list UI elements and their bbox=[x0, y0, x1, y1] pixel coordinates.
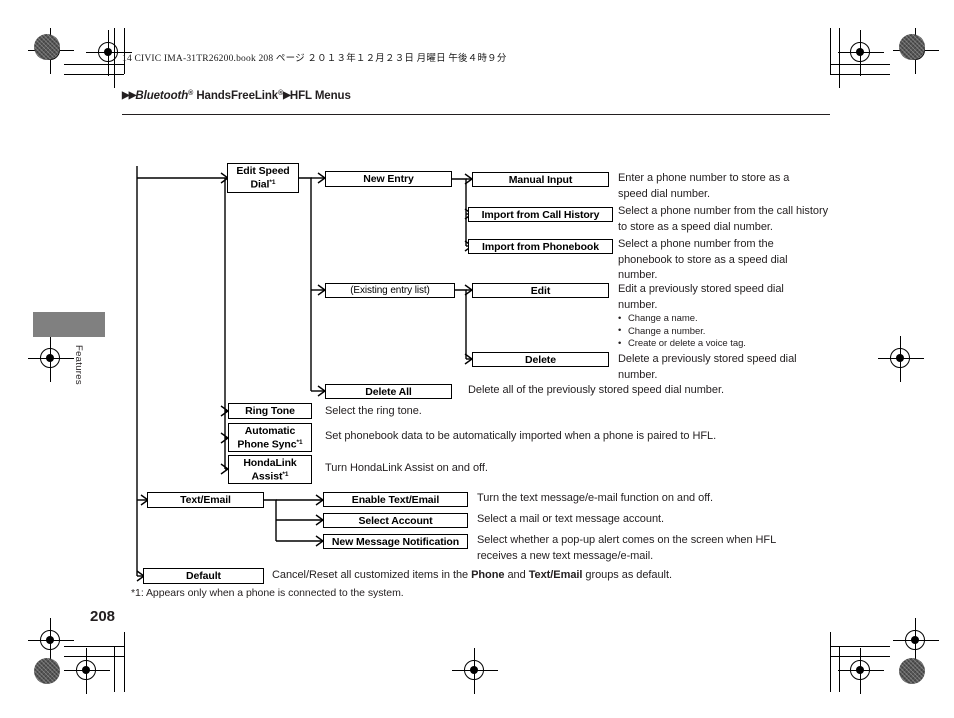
node-edit-label: Edit bbox=[530, 284, 551, 297]
node-enable-text-email[interactable]: Enable Text/Email bbox=[323, 492, 468, 507]
node-edit[interactable]: Edit bbox=[472, 283, 609, 298]
footnote-marker-hondalink-assist: *1 bbox=[282, 470, 289, 478]
description-default-suffix: groups as default. bbox=[582, 569, 672, 581]
footnote-marker-automatic-phone-sync: *1 bbox=[296, 438, 303, 446]
manual-page: 14 CIVIC IMA-31TR26200.book 208 ページ ２０１３… bbox=[0, 0, 954, 718]
description-default-bold-text-email: Text/Email bbox=[528, 569, 583, 581]
node-ring-tone-label: Ring Tone bbox=[245, 405, 295, 417]
node-automatic-phone-sync[interactable]: Automatic Phone Sync*1 bbox=[228, 423, 312, 452]
list-item: Create or delete a voice tag. bbox=[618, 338, 818, 351]
node-new-message-notification-label: New Message Notification bbox=[331, 535, 460, 548]
list-item: Change a number. bbox=[618, 325, 818, 339]
description-edit-text: Edit a previously stored speed dial numb… bbox=[618, 283, 784, 311]
node-select-account[interactable]: Select Account bbox=[323, 513, 468, 528]
node-import-from-phonebook[interactable]: Import from Phonebook bbox=[468, 239, 613, 254]
description-ring-tone: Select the ring tone. bbox=[325, 405, 422, 417]
description-edit: Edit a previously stored speed dial numb… bbox=[618, 282, 818, 351]
description-import-from-phonebook: Select a phone number from the phonebook… bbox=[618, 238, 788, 281]
node-import-from-call-history[interactable]: Import from Call History bbox=[468, 207, 613, 222]
description-new-message-notification: Select whether a pop-up alert comes on t… bbox=[477, 534, 776, 562]
description-default-prefix: Cancel/Reset all customized items in the bbox=[272, 569, 472, 581]
hfl-menu-tree-diagram: Edit Speed Dial*1 New Entry Manual Input… bbox=[0, 0, 954, 718]
description-import-from-call-history: Select a phone number from the call hist… bbox=[618, 205, 829, 233]
node-existing-entry-list-label: (Existing entry list) bbox=[350, 284, 430, 296]
description-automatic-phone-sync: Set phonebook data to be automatically i… bbox=[325, 430, 717, 442]
node-new-entry-label: New Entry bbox=[363, 173, 414, 185]
node-default[interactable]: Default bbox=[143, 568, 264, 584]
node-enable-text-email-label: Enable Text/Email bbox=[351, 493, 440, 506]
node-import-from-call-history-label: Import from Call History bbox=[481, 208, 600, 221]
description-default-bold-phone: Phone bbox=[471, 569, 505, 581]
node-edit-speed-dial[interactable]: Edit Speed Dial*1 bbox=[227, 163, 299, 193]
node-manual-input[interactable]: Manual Input bbox=[472, 172, 609, 187]
node-text-email[interactable]: Text/Email bbox=[147, 492, 264, 508]
list-item: Change a name. bbox=[618, 313, 818, 326]
node-import-from-phonebook-label: Import from Phonebook bbox=[482, 240, 599, 253]
description-edit-bullets: Change a name. Change a number. Create o… bbox=[618, 313, 818, 351]
node-automatic-phone-sync-label: Automatic Phone Sync bbox=[237, 424, 297, 451]
node-delete[interactable]: Delete bbox=[472, 352, 609, 367]
node-hondalink-assist-label: HondaLink Assist bbox=[243, 456, 297, 483]
description-default: Cancel/Reset all customized items in the… bbox=[272, 568, 832, 584]
description-delete: Delete a previously stored speed dial nu… bbox=[618, 353, 797, 381]
node-new-entry[interactable]: New Entry bbox=[325, 171, 452, 187]
node-text-email-label: Text/Email bbox=[180, 494, 231, 506]
description-manual-input: Enter a phone number to store as a speed… bbox=[618, 172, 790, 200]
node-edit-speed-dial-label: Edit Speed Dial bbox=[236, 165, 290, 191]
page-footnote: *1: Appears only when a phone is connect… bbox=[131, 587, 404, 599]
node-ring-tone[interactable]: Ring Tone bbox=[228, 403, 312, 419]
footnote-marker-edit-speed-dial: *1 bbox=[269, 179, 276, 187]
description-enable-text-email: Turn the text message/e-mail function on… bbox=[477, 492, 714, 504]
description-select-account: Select a mail or text message account. bbox=[477, 513, 665, 525]
node-manual-input-label: Manual Input bbox=[508, 173, 573, 186]
node-select-account-label: Select Account bbox=[358, 514, 433, 527]
node-existing-entry-list[interactable]: (Existing entry list) bbox=[325, 283, 455, 298]
description-hondalink-assist: Turn HondaLink Assist on and off. bbox=[325, 462, 488, 474]
node-delete-all[interactable]: Delete All bbox=[325, 384, 452, 399]
node-default-label: Default bbox=[186, 570, 221, 582]
node-delete-label: Delete bbox=[525, 353, 556, 366]
node-new-message-notification[interactable]: New Message Notification bbox=[323, 534, 468, 549]
description-delete-all: Delete all of the previously stored spee… bbox=[468, 384, 724, 396]
node-delete-all-label: Delete All bbox=[365, 385, 412, 398]
node-hondalink-assist[interactable]: HondaLink Assist*1 bbox=[228, 455, 312, 484]
description-default-middle: and bbox=[504, 569, 529, 581]
